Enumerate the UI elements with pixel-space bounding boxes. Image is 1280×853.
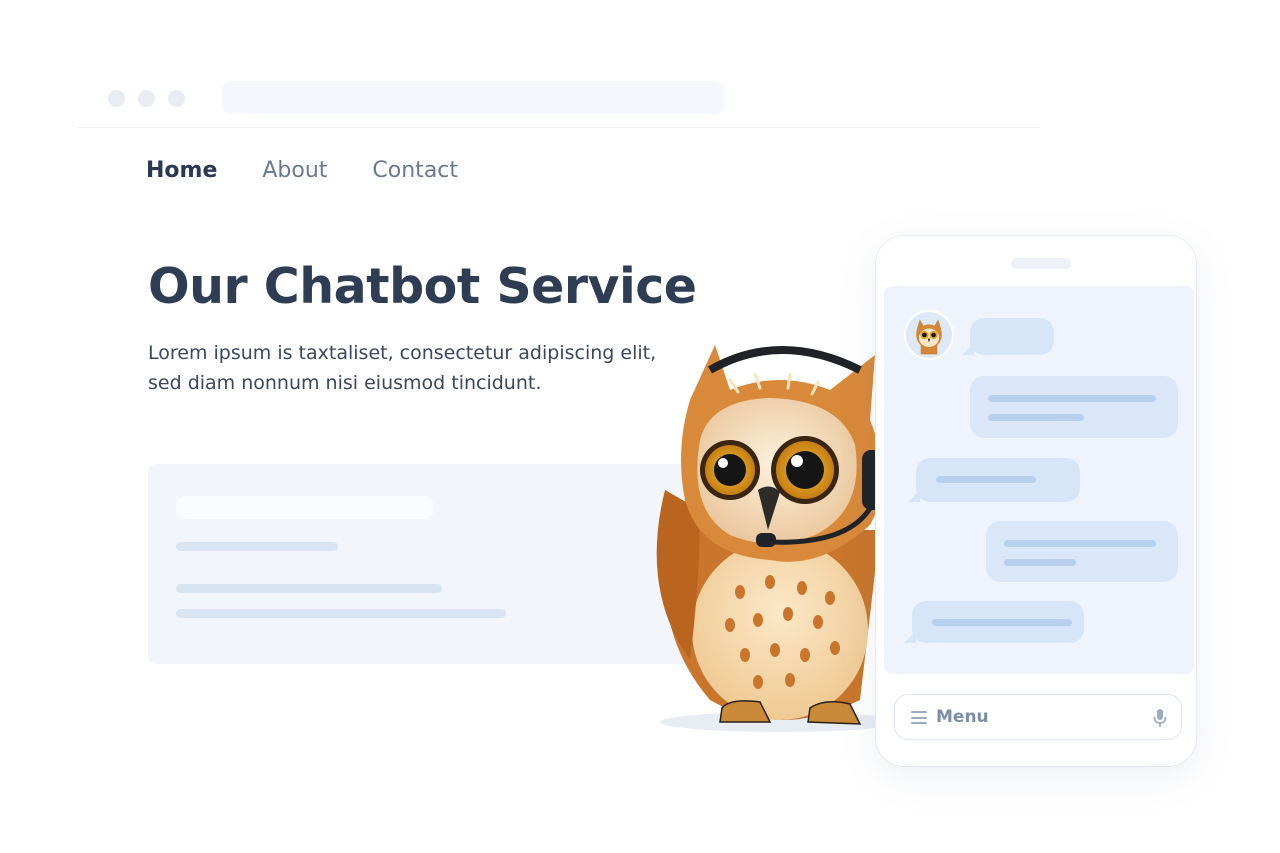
message-placeholder-line: [1004, 559, 1076, 566]
window-dot-minimize[interactable]: [138, 90, 155, 107]
hero-description: Lorem ipsum is taxtaliset, consectetur a…: [148, 338, 668, 398]
placeholder-line: [176, 542, 338, 551]
user-message-bubble: [970, 376, 1178, 438]
hamburger-icon[interactable]: [911, 711, 927, 724]
chatbot-phone-mockup: Menu: [876, 236, 1196, 766]
owl-mascot-illustration: [656, 345, 900, 732]
browser-toolbar: [78, 78, 1040, 128]
window-dot-maximize[interactable]: [168, 90, 185, 107]
nav-contact[interactable]: Contact: [372, 158, 458, 183]
phone-notch: [1011, 258, 1071, 269]
message-placeholder-line: [932, 619, 1072, 626]
placeholder-line: [176, 609, 506, 618]
message-placeholder-line: [988, 395, 1156, 402]
page: Home About Contact Our Chatbot Service L…: [0, 0, 1280, 853]
address-bar[interactable]: [222, 81, 724, 114]
chat-conversation: [884, 286, 1194, 674]
page-title: Our Chatbot Service: [148, 258, 697, 315]
owl-avatar-icon: [904, 310, 954, 360]
nav-about[interactable]: About: [262, 158, 327, 183]
nav-home[interactable]: Home: [146, 158, 217, 183]
bot-message-bubble: [904, 601, 1084, 643]
message-placeholder-line: [1004, 540, 1156, 547]
hero-description-line-1: Lorem ipsum is taxtaliset, consectetur a…: [148, 342, 657, 364]
hero-description-line-2: sed diam nonnum nisi eiusmod tincidunt.: [148, 372, 542, 394]
bot-message-bubble: [962, 318, 1054, 355]
window-dot-close[interactable]: [108, 90, 125, 107]
bot-message-bubble: [908, 458, 1080, 502]
message-placeholder-line: [936, 476, 1036, 483]
chat-input-bar[interactable]: Menu: [894, 694, 1182, 740]
menu-label[interactable]: Menu: [936, 707, 989, 727]
message-placeholder-line: [988, 414, 1084, 421]
microphone-icon[interactable]: [1153, 708, 1167, 728]
user-message-bubble: [986, 521, 1178, 582]
placeholder-title-bar: [176, 496, 434, 519]
main-nav: Home About Contact: [146, 158, 458, 183]
placeholder-line: [176, 584, 442, 593]
